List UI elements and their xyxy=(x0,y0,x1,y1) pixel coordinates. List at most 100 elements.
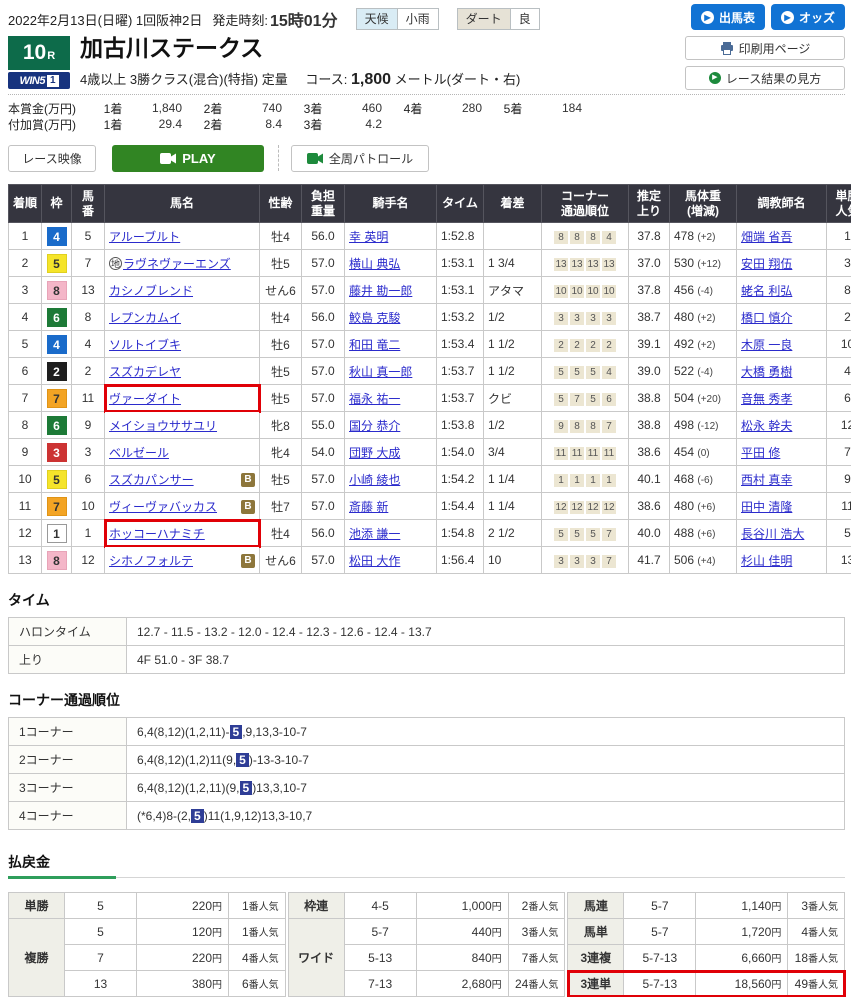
trainer-link[interactable]: 杉山 佳明 xyxy=(741,554,792,568)
trainer-link[interactable]: 蛯名 利弘 xyxy=(741,284,792,298)
horse-name-cell: ヴィーヴァバッカスB xyxy=(105,493,260,520)
horse-number: 8 xyxy=(72,304,105,331)
play-button[interactable]: PLAY xyxy=(112,145,264,172)
win-favorite-rank: 4 xyxy=(827,358,851,385)
finish-time: 1:52.8 xyxy=(437,223,484,250)
prize-value: 4.2 xyxy=(330,117,382,131)
horse-name-link[interactable]: レプンカムイ xyxy=(109,311,181,325)
corner-positions: 13131313 xyxy=(542,250,629,277)
horse-weight: 492 (+2) xyxy=(670,331,737,358)
win-favorite-rank: 1 xyxy=(827,223,851,250)
horse-number: 12 xyxy=(72,547,105,574)
corner-position: 9 xyxy=(554,420,568,433)
corner-position: 11 xyxy=(602,447,616,460)
horse-number: 10 xyxy=(72,493,105,520)
finish-time: 1:54.8 xyxy=(437,520,484,547)
horse-number: 6 xyxy=(72,466,105,493)
horse-name-link[interactable]: ベルゼール xyxy=(109,446,169,460)
trainer-link[interactable]: 橋口 慎介 xyxy=(741,311,792,325)
trainer-cell: 蛯名 利弘 xyxy=(737,277,827,304)
payout-tables: 単勝5220円1番人気複勝5120円1番人気7220円4番人気13380円6番人… xyxy=(8,892,845,997)
jockey-link[interactable]: 斎藤 新 xyxy=(349,500,388,514)
horse-name-link[interactable]: アルーブルト xyxy=(109,230,180,244)
jockey-link[interactable]: 池添 謙一 xyxy=(349,527,400,541)
video-buttons-row: レース映像 PLAY 全周パトロール xyxy=(8,144,845,172)
jockey-link[interactable]: 国分 恭介 xyxy=(349,419,400,433)
finish-position: 13 xyxy=(9,547,42,574)
jockey-link[interactable]: 小崎 綾也 xyxy=(349,473,400,487)
horse-name-link[interactable]: ホッコーハナミチ xyxy=(109,527,205,541)
horse-name-link[interactable]: ラヴネヴァーエンズ xyxy=(123,257,231,271)
horse-name-link[interactable]: メイショウササユリ xyxy=(109,419,217,433)
horse-weight: 530 (+12) xyxy=(670,250,737,277)
frame-number: 8 xyxy=(47,281,67,300)
corner-position: 2 xyxy=(586,339,600,352)
payout-popularity: 7番人気 xyxy=(508,945,565,971)
column-header: 騎手名 xyxy=(345,185,437,223)
bet-type-label: 馬連 xyxy=(568,893,624,919)
finish-position: 1 xyxy=(9,223,42,250)
blinkers-badge: B xyxy=(241,554,255,568)
payout-amount: 18,560円 xyxy=(696,971,788,997)
jockey-link[interactable]: 団野 大成 xyxy=(349,446,400,460)
frame-cell: 5 xyxy=(42,466,72,493)
column-header: 馬体重 (増減) xyxy=(670,185,737,223)
win-favorite-rank: 2 xyxy=(827,304,851,331)
corner-row-value: 6,4(8,12)(1,2)11(9,5)-13-3-10-7 xyxy=(127,746,845,774)
horse-name-link[interactable]: シホノフォルテ xyxy=(109,554,193,568)
winner-number-highlight: 5 xyxy=(191,809,204,823)
corner-row: 2コーナー6,4(8,12)(1,2)11(9,5)-13-3-10-7 xyxy=(9,746,845,774)
frame-cell: 8 xyxy=(42,547,72,574)
time-row-value: 4F 51.0 - 3F 38.7 xyxy=(127,646,845,674)
trainer-link[interactable]: 大橋 勇樹 xyxy=(741,365,792,379)
corner-row-value: 6,4(8,12)(1,2,11)-5,9,13,3-10-7 xyxy=(127,718,845,746)
howto-read-results-button[interactable]: ▶ レース結果の見方 xyxy=(685,66,845,90)
jockey-link[interactable]: 藤井 勘一郎 xyxy=(349,284,412,298)
horse-name-link[interactable]: ヴァーダイト xyxy=(109,392,181,406)
jockey-link[interactable]: 和田 竜二 xyxy=(349,338,400,352)
trainer-link[interactable]: 平田 修 xyxy=(741,446,780,460)
horse-name-link[interactable]: ソルトイブキ xyxy=(109,338,181,352)
finish-position: 11 xyxy=(9,493,42,520)
corner-position: 13 xyxy=(586,258,600,271)
jockey-link[interactable]: 松田 大作 xyxy=(349,554,400,568)
trainer-link[interactable]: 畑端 省吾 xyxy=(741,230,792,244)
race-video-button[interactable]: レース映像 xyxy=(8,145,96,172)
corner-positions: 3337 xyxy=(542,547,629,574)
odds-button[interactable]: ▶ オッズ xyxy=(771,4,845,30)
trainer-link[interactable]: 長谷川 浩大 xyxy=(741,527,804,541)
trainer-link[interactable]: 木原 一良 xyxy=(741,338,792,352)
bet-type-label: 枠連 xyxy=(288,893,344,919)
corner-position: 11 xyxy=(586,447,600,460)
payout-popularity: 6番人気 xyxy=(229,971,286,997)
jockey-link[interactable]: 横山 典弘 xyxy=(349,257,400,271)
finish-position: 4 xyxy=(9,304,42,331)
horse-name-link[interactable]: カシノブレンド xyxy=(109,284,193,298)
trainer-link[interactable]: 西村 真幸 xyxy=(741,473,792,487)
jockey-link[interactable]: 幸 英明 xyxy=(349,230,388,244)
carried-weight: 57.0 xyxy=(302,547,345,574)
column-header: コーナー 通過順位 xyxy=(542,185,629,223)
corner-order-table: 1コーナー6,4(8,12)(1,2,11)-5,9,13,3-10-72コーナ… xyxy=(8,717,845,830)
jockey-link[interactable]: 福永 祐一 xyxy=(349,392,400,406)
prize-rank: 3着 xyxy=(296,116,330,133)
trainer-link[interactable]: 田中 清隆 xyxy=(741,500,792,514)
trainer-link[interactable]: 松永 幹夫 xyxy=(741,419,792,433)
horse-name-link[interactable]: ヴィーヴァバッカス xyxy=(109,500,217,514)
print-page-button[interactable]: 印刷用ページ xyxy=(685,36,845,60)
prize-value: 280 xyxy=(430,101,482,115)
horse-name-link[interactable]: スズカパンサー xyxy=(109,473,194,487)
bet-type-label: 3連単 xyxy=(568,971,624,997)
finish-time: 1:53.8 xyxy=(437,412,484,439)
jockey-link[interactable]: 秋山 真一郎 xyxy=(349,365,412,379)
jockey-link[interactable]: 鮫島 克駿 xyxy=(349,311,400,325)
corner-position: 3 xyxy=(554,555,568,568)
entries-button[interactable]: ▶ 出馬表 xyxy=(691,4,765,30)
patrol-video-button[interactable]: 全周パトロール xyxy=(291,145,429,172)
time-table: ハロンタイム12.7 - 11.5 - 13.2 - 12.0 - 12.4 -… xyxy=(8,617,845,674)
horse-name-link[interactable]: スズカデレヤ xyxy=(109,365,181,379)
trainer-link[interactable]: 安田 翔伍 xyxy=(741,257,792,271)
last-3f: 37.0 xyxy=(629,250,670,277)
trainer-link[interactable]: 音無 秀孝 xyxy=(741,392,792,406)
corner-position: 7 xyxy=(570,393,584,406)
